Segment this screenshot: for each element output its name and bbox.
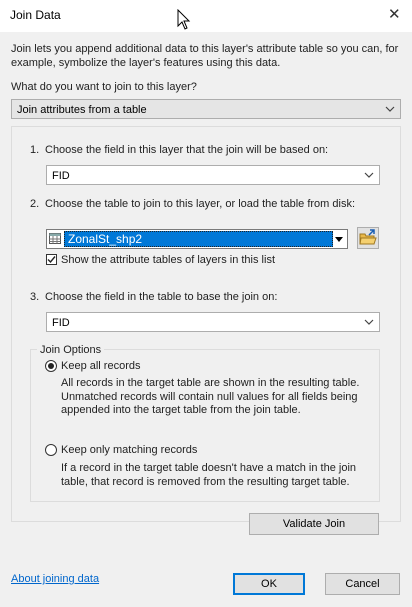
keep-matching-records-description: If a record in the target table doesn't … <box>61 462 357 488</box>
keep-all-records-description: All records in the target table are show… <box>61 377 360 416</box>
close-icon[interactable]: ✕ <box>388 6 401 24</box>
open-table-button[interactable] <box>357 227 379 249</box>
join-type-label: What do you want to join to this layer? <box>11 81 197 93</box>
table-field-dropdown[interactable]: FID <box>46 312 380 332</box>
show-layer-tables-checkbox[interactable] <box>46 254 57 265</box>
join-options-legend: Join Options <box>37 344 105 356</box>
open-folder-icon <box>359 229 377 245</box>
intro-text: Join lets you append additional data to … <box>11 43 399 69</box>
keep-matching-records-label: Keep only matching records <box>61 444 198 456</box>
join-type-value: Join attributes from a table <box>17 104 147 116</box>
chevron-down-icon <box>364 319 374 325</box>
keep-matching-records-radio[interactable] <box>45 444 57 456</box>
layer-field-value: FID <box>52 170 70 182</box>
step3-number: 3. <box>30 291 40 303</box>
join-type-dropdown[interactable]: Join attributes from a table <box>11 99 401 119</box>
chevron-down-icon <box>385 106 395 112</box>
keep-all-records-label: Keep all records <box>61 360 141 372</box>
checkmark-icon <box>47 256 56 264</box>
step2-label: Choose the table to join to this layer, … <box>45 198 356 210</box>
step3-label: Choose the field in the table to base th… <box>45 291 278 303</box>
about-joining-data-link[interactable]: About joining data <box>11 573 99 585</box>
dropdown-arrow-icon[interactable] <box>331 230 347 248</box>
table-field-value: FID <box>52 317 70 329</box>
join-table-value: ZonalSt_shp2 <box>68 232 143 246</box>
join-table-selection: ZonalSt_shp2 <box>64 231 333 247</box>
cancel-button[interactable]: Cancel <box>325 573 400 595</box>
cursor-icon <box>177 9 191 30</box>
window-title: Join Data <box>10 8 61 22</box>
title-bar: Join Data ✕ <box>0 0 412 32</box>
step1-number: 1. <box>30 144 40 156</box>
join-table-dropdown[interactable]: ZonalSt_shp2 <box>46 229 348 249</box>
show-layer-tables-label: Show the attribute tables of layers in t… <box>61 254 275 266</box>
table-icon <box>49 233 61 244</box>
step2-number: 2. <box>30 198 40 210</box>
keep-all-records-radio[interactable] <box>45 360 57 372</box>
layer-field-dropdown[interactable]: FID <box>46 165 380 185</box>
chevron-down-icon <box>364 172 374 178</box>
ok-button[interactable]: OK <box>233 573 305 595</box>
validate-join-button[interactable]: Validate Join <box>249 513 379 535</box>
step1-label: Choose the field in this layer that the … <box>45 144 329 156</box>
